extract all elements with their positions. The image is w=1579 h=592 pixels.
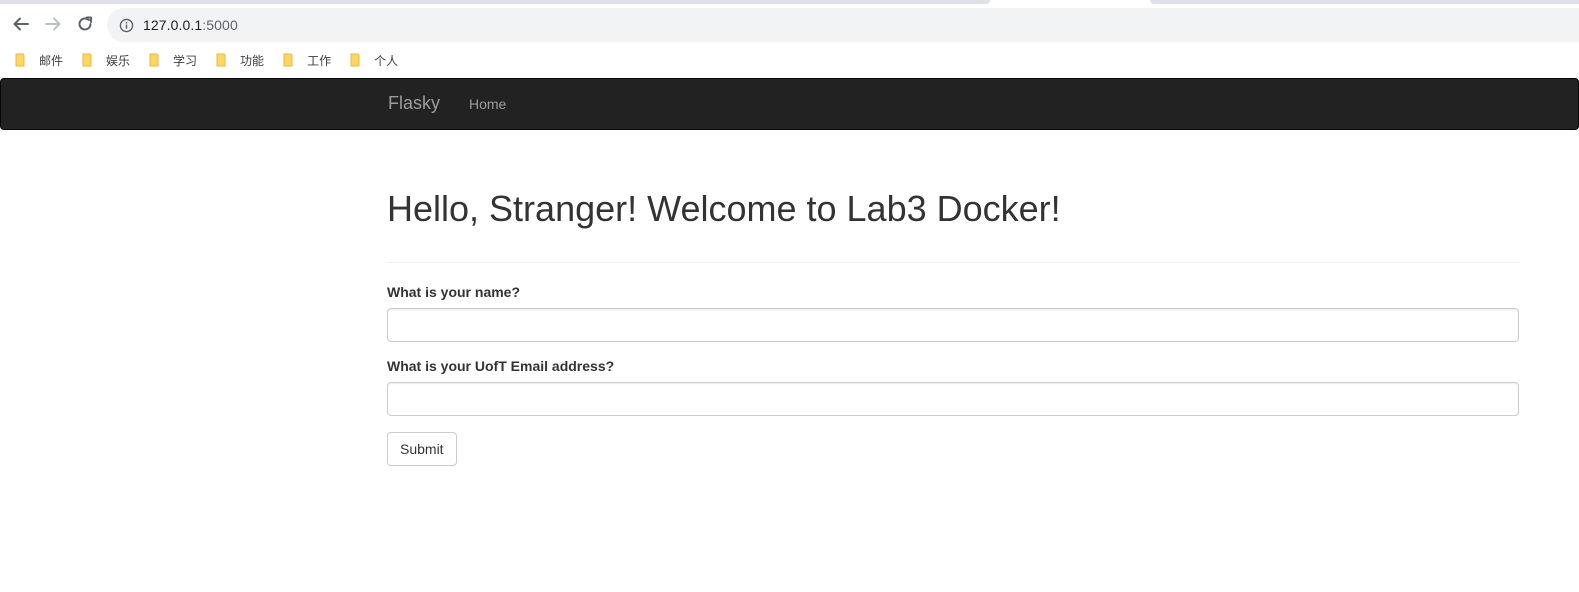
url-port: :5000: [202, 17, 238, 33]
inactive-tab[interactable]: [0, 0, 990, 4]
navbar-brand[interactable]: Flasky: [388, 93, 440, 114]
folder-icon: [82, 53, 92, 67]
back-button[interactable]: [5, 8, 37, 40]
name-form-group: What is your name?: [387, 284, 1520, 342]
name-field[interactable]: [387, 308, 1519, 342]
bookmark-folder[interactable]: 邮件: [14, 52, 63, 69]
url-host: 127.0.0.1: [143, 17, 203, 33]
reload-icon: [78, 16, 92, 31]
bookmarks-bar: 邮件 娱乐 学习 功能 工作 个人: [0, 42, 1579, 78]
email-form-group: What is your UofT Email address?: [387, 358, 1520, 416]
folder-icon: [283, 53, 293, 67]
bookmark-folder[interactable]: 个人: [349, 52, 398, 69]
bookmark-label: 个人: [374, 53, 399, 68]
nav-link-home[interactable]: Home: [469, 96, 506, 112]
bookmark-folder[interactable]: 娱乐: [81, 52, 130, 69]
bookmark-label: 娱乐: [106, 53, 131, 68]
folder-icon: [149, 53, 159, 67]
bookmark-label: 学习: [173, 53, 198, 68]
bookmark-label: 功能: [240, 53, 265, 68]
folder-icon: [216, 53, 226, 67]
folder-icon: [15, 53, 25, 67]
back-arrow-icon: [13, 17, 29, 31]
url-text[interactable]: 127.0.0.1:5000: [143, 17, 238, 33]
email-label: What is your UofT Email address?: [387, 358, 615, 374]
forward-button[interactable]: [37, 8, 69, 40]
info-icon[interactable]: [118, 17, 134, 33]
address-bar[interactable]: 127.0.0.1:5000: [107, 8, 1579, 42]
bookmark-folder[interactable]: 学习: [148, 52, 197, 69]
folder-icon: [350, 53, 360, 67]
submit-button[interactable]: Submit: [387, 432, 457, 466]
page-title: Hello, Stranger! Welcome to Lab3 Docker!: [387, 188, 1061, 229]
bookmark-label: 工作: [307, 53, 332, 68]
bookmark-folder[interactable]: 功能: [215, 52, 264, 69]
reload-button[interactable]: [69, 8, 101, 40]
page-header: Hello, Stranger! Welcome to Lab3 Docker!: [387, 186, 1520, 263]
name-label: What is your name?: [387, 284, 521, 300]
email-field[interactable]: [387, 382, 1519, 416]
main-container: Hello, Stranger! Welcome to Lab3 Docker!…: [387, 186, 1520, 466]
inactive-tab[interactable]: [1150, 0, 1579, 4]
site-navbar: Flasky Home: [0, 78, 1579, 130]
user-form: What is your name? What is your UofT Ema…: [387, 284, 1520, 466]
bookmark-label: 邮件: [39, 53, 64, 68]
browser-toolbar: 127.0.0.1:5000: [0, 6, 1579, 42]
forward-arrow-icon: [45, 17, 61, 31]
bookmark-folder[interactable]: 工作: [282, 52, 331, 69]
